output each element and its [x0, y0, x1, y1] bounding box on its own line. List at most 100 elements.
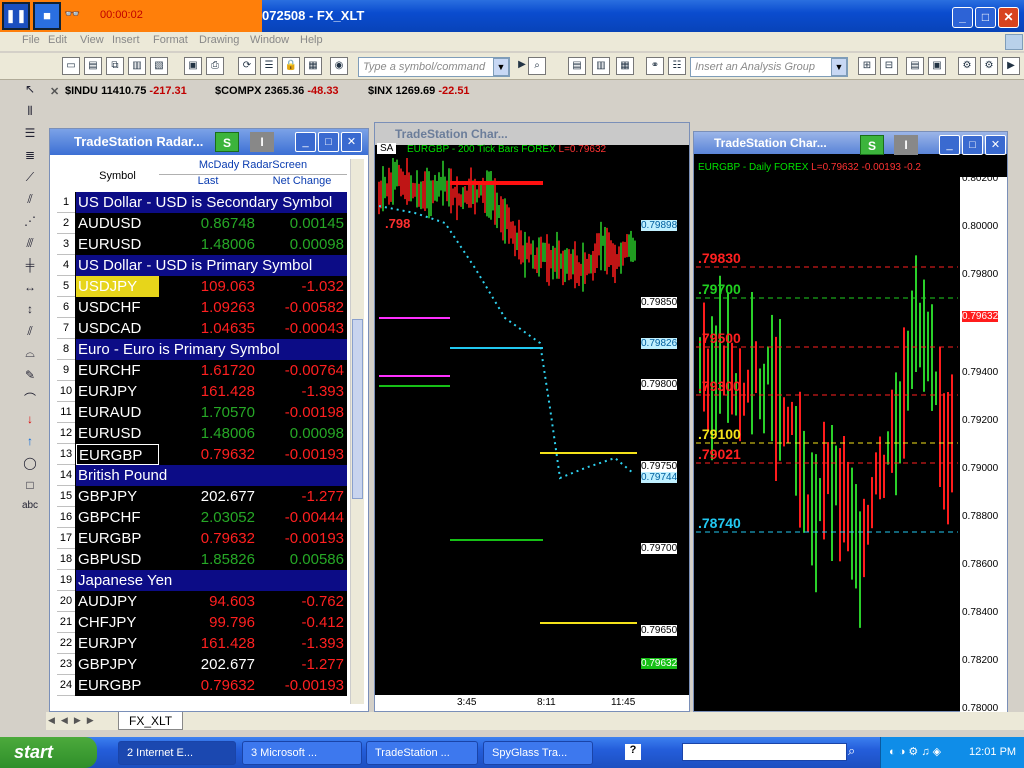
radar-group-row[interactable]: 14 British Pound: [57, 465, 347, 486]
table-row[interactable]: 22 EURJPY 161.428 -1.393: [57, 633, 347, 654]
fib-icon[interactable]: ≣: [20, 148, 40, 166]
speed-lines-icon[interactable]: ⫻: [20, 236, 40, 254]
symbol-cell[interactable]: EURGBP: [76, 444, 159, 465]
menu-drawing[interactable]: Drawing: [199, 34, 239, 46]
menu-view[interactable]: View: [80, 34, 104, 46]
radar-group-row[interactable]: 4 US Dollar - USD is Primary Symbol: [57, 255, 347, 276]
tool-icon[interactable]: ⚙: [958, 57, 976, 75]
up-arrow-icon[interactable]: ↑: [20, 434, 40, 452]
start-button[interactable]: start: [0, 737, 97, 768]
symbol-cell[interactable]: GBPJPY: [76, 654, 159, 675]
table-row[interactable]: 16 GBPCHF 2.03052 -0.00444: [57, 507, 347, 528]
data-window-icon[interactable]: ▤: [906, 57, 924, 75]
chart2-maximize-button[interactable]: □: [962, 135, 983, 155]
format-analysis-icon[interactable]: ⊟: [880, 57, 898, 75]
column-symbol[interactable]: Symbol: [76, 165, 159, 187]
analysis-group-input[interactable]: Insert an Analysis Group: [690, 57, 848, 77]
binoculars-icon[interactable]: ⚭: [646, 57, 664, 75]
taskbar-search-input[interactable]: [682, 743, 847, 761]
trendline-icon[interactable]: ⟋: [20, 170, 40, 188]
arc-icon[interactable]: ⌓: [20, 346, 40, 364]
table-row[interactable]: 21 CHFJPY 99.796 -0.412: [57, 612, 347, 633]
symbol-command-input[interactable]: Type a symbol/command: [358, 57, 510, 77]
menu-file[interactable]: File: [22, 34, 40, 46]
color-icon[interactable]: ◉: [330, 57, 348, 75]
curve-icon[interactable]: ⌒: [20, 390, 40, 408]
table-row[interactable]: 23 GBPJPY 202.677 -1.277: [57, 654, 347, 675]
symbol-cell[interactable]: EURAUD: [76, 402, 159, 423]
task-microsoft[interactable]: 3 Microsoft ...: [242, 741, 362, 765]
properties-icon[interactable]: ▣: [928, 57, 946, 75]
task-spyglass[interactable]: SpyGlass Tra...: [483, 741, 593, 765]
table-row[interactable]: 7 USDCAD 1.04635 -0.00043: [57, 318, 347, 339]
chart2-close-button[interactable]: ✕: [985, 135, 1006, 155]
symbol-cell[interactable]: EURJPY: [76, 633, 159, 654]
radar-minimize-button[interactable]: _: [295, 132, 316, 152]
new-icon[interactable]: ▭: [62, 57, 80, 75]
gann-icon[interactable]: ╪: [20, 258, 40, 276]
text-tool-icon[interactable]: abc: [20, 500, 40, 518]
symbol-cell[interactable]: AUDUSD: [76, 213, 159, 234]
pointer-tool-icon[interactable]: ↖: [20, 82, 40, 100]
tab-nav-arrows-icon[interactable]: ◀◀▶▶: [48, 715, 100, 726]
symbol-icon[interactable]: ▦: [304, 57, 322, 75]
menu-help[interactable]: Help: [300, 34, 323, 46]
table-row[interactable]: 2 AUDUSD 0.86748 0.00145: [57, 213, 347, 234]
symbol-link-button[interactable]: S: [215, 132, 239, 152]
close-button[interactable]: ✕: [998, 7, 1019, 28]
pencil-icon[interactable]: ✎: [20, 368, 40, 386]
table-row[interactable]: 12 EURUSD 1.48006 0.00098: [57, 423, 347, 444]
help-icon[interactable]: ?: [625, 744, 641, 760]
task-internet-explorer[interactable]: 2 Internet E...: [118, 741, 236, 765]
parallel-icon[interactable]: ⫽: [20, 324, 40, 342]
fan-icon[interactable]: ⋰: [20, 214, 40, 232]
symbol-cell[interactable]: AUDJPY: [76, 591, 159, 612]
table-row[interactable]: 9 EURCHF 1.61720 -0.00764: [57, 360, 347, 381]
symbol-cell[interactable]: EURUSD: [76, 423, 159, 444]
radar-group-row[interactable]: 19 Japanese Yen: [57, 570, 347, 591]
channel-icon[interactable]: ⫽: [20, 192, 40, 210]
radar-scrollbar[interactable]: [350, 159, 364, 704]
more-icon[interactable]: ▶: [1002, 57, 1020, 75]
symbol-cell[interactable]: EURJPY: [76, 381, 159, 402]
arrow-lr-icon[interactable]: ↔: [20, 280, 40, 298]
down-arrow-icon[interactable]: ↓: [20, 412, 40, 430]
chart-icon[interactable]: ▥: [592, 57, 610, 75]
network-icon[interactable]: ⚙: [980, 57, 998, 75]
chart2-indicator-button[interactable]: I: [894, 135, 918, 155]
page-icon[interactable]: ▥: [128, 57, 146, 75]
symbol-cell[interactable]: GBPCHF: [76, 507, 159, 528]
symbol-cell[interactable]: GBPJPY: [76, 486, 159, 507]
arrow-ud-icon[interactable]: ↕: [20, 302, 40, 320]
table-row[interactable]: 11 EURAUD 1.70570 -0.00198: [57, 402, 347, 423]
table-row[interactable]: 3 EURUSD 1.48006 0.00098: [57, 234, 347, 255]
grid-icon[interactable]: ▦: [616, 57, 634, 75]
scroll-thumb[interactable]: [352, 319, 363, 499]
table-row[interactable]: 13 EURGBP 0.79632 -0.00193: [57, 444, 347, 465]
table-row[interactable]: 6 USDCHF 1.09263 -0.00582: [57, 297, 347, 318]
maximize-button[interactable]: □: [975, 7, 996, 28]
radar-group-row[interactable]: 1 US Dollar - USD is Secondary Symbol: [57, 192, 347, 213]
pause-icon[interactable]: ❚❚: [2, 2, 30, 30]
radar-group-row[interactable]: 8 Euro - Euro is Primary Symbol: [57, 339, 347, 360]
lock-icon[interactable]: 🔒: [282, 57, 300, 75]
glasses-icon[interactable]: 👓: [64, 6, 94, 26]
symbol-cell[interactable]: EURGBP: [76, 528, 159, 549]
symbol-cell[interactable]: EURGBP: [76, 675, 159, 696]
chart2-symbol-link-button[interactable]: S: [860, 135, 884, 155]
menu-insert[interactable]: Insert: [112, 34, 140, 46]
stop-icon[interactable]: ■: [33, 2, 61, 30]
symbol-dropdown-icon[interactable]: ▼: [493, 58, 509, 76]
refresh-icon[interactable]: ⟳: [238, 57, 256, 75]
symbol-cell[interactable]: USDJPY: [76, 276, 159, 297]
column-last[interactable]: Last: [159, 175, 257, 191]
menu-edit[interactable]: Edit: [48, 34, 67, 46]
table-row[interactable]: 15 GBPJPY 202.677 -1.277: [57, 486, 347, 507]
table-row[interactable]: 10 EURJPY 161.428 -1.393: [57, 381, 347, 402]
quote-bar-close-icon[interactable]: ✕: [50, 85, 59, 98]
rectangle-icon[interactable]: □: [20, 478, 40, 496]
open-icon[interactable]: ▤: [84, 57, 102, 75]
symbol-cell[interactable]: GBPUSD: [76, 549, 159, 570]
insert-analysis-icon[interactable]: ⊞: [858, 57, 876, 75]
chart2-minimize-button[interactable]: _: [939, 135, 960, 155]
